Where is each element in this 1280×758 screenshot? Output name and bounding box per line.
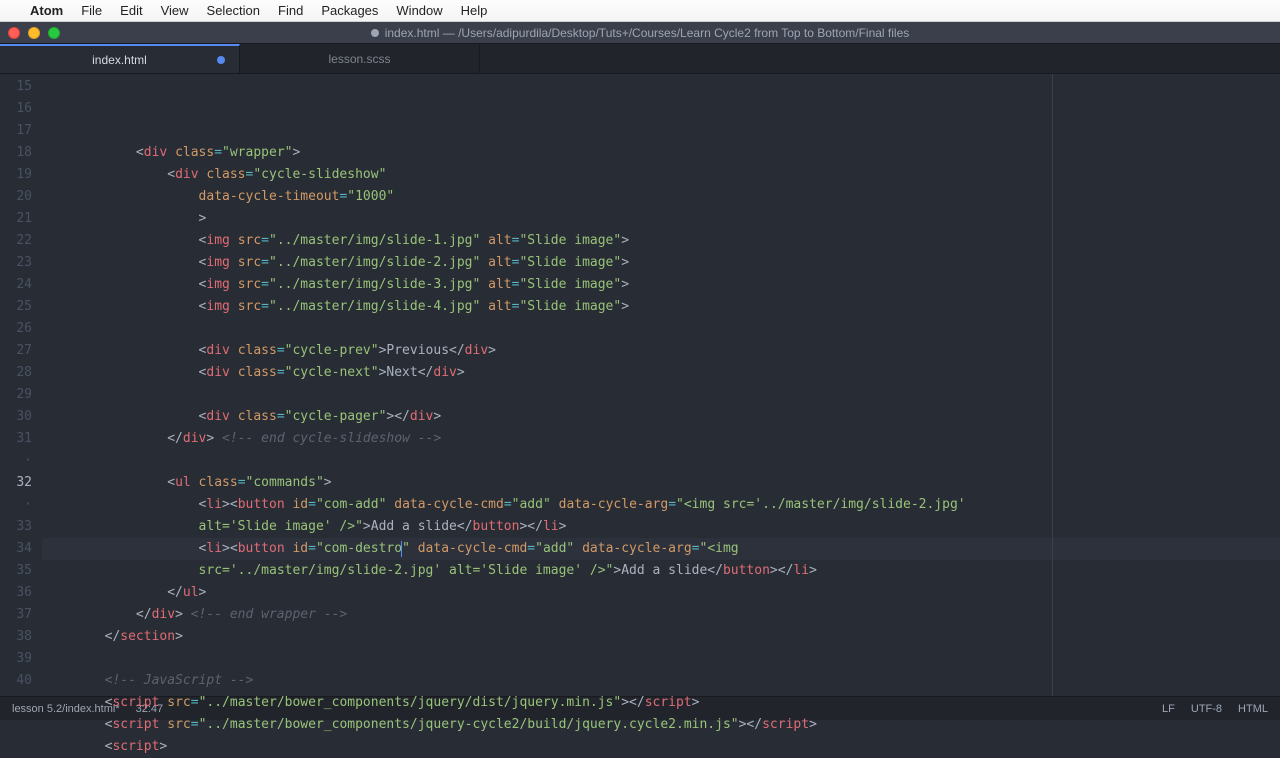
code-line[interactable]: <script> [42, 736, 1280, 758]
menu-file[interactable]: File [81, 3, 102, 18]
tab-bar: index.html lesson.scss [0, 44, 1280, 74]
code-line[interactable] [42, 384, 1280, 406]
code-line[interactable]: </ul> [42, 582, 1280, 604]
menu-edit[interactable]: Edit [120, 3, 142, 18]
window-title-text: index.html — /Users/adipurdila/Desktop/T… [385, 26, 910, 40]
line-number: 34 [0, 538, 32, 560]
line-number: 35 [0, 560, 32, 582]
line-number: 18 [0, 142, 32, 164]
wrap-guide [1052, 74, 1053, 696]
line-number: · [0, 494, 32, 516]
line-number-gutter: 1516171819202122232425262728293031·32·33… [0, 74, 42, 696]
tab-label: lesson.scss [328, 52, 390, 66]
line-number: 39 [0, 648, 32, 670]
line-number: 26 [0, 318, 32, 340]
line-number: 36 [0, 582, 32, 604]
code-line[interactable]: <img src="../master/img/slide-1.jpg" alt… [42, 230, 1280, 252]
code-line[interactable]: <img src="../master/img/slide-3.jpg" alt… [42, 274, 1280, 296]
code-line[interactable]: </div> <!-- end cycle-slideshow --> [42, 428, 1280, 450]
menu-view[interactable]: View [161, 3, 189, 18]
maximize-icon[interactable] [48, 27, 60, 39]
minimize-icon[interactable] [28, 27, 40, 39]
line-number: 16 [0, 98, 32, 120]
line-number: 37 [0, 604, 32, 626]
window-title: index.html — /Users/adipurdila/Desktop/T… [371, 26, 910, 40]
code-area[interactable]: <div class="wrapper"> <div class="cycle-… [42, 74, 1280, 696]
tab-lesson-scss[interactable]: lesson.scss [240, 44, 480, 73]
code-line[interactable]: <img src="../master/img/slide-4.jpg" alt… [42, 296, 1280, 318]
code-line[interactable]: <script src="../master/bower_components/… [42, 714, 1280, 736]
code-line[interactable]: <!-- JavaScript --> [42, 670, 1280, 692]
line-number: 29 [0, 384, 32, 406]
code-line[interactable]: <script src="../master/bower_components/… [42, 692, 1280, 714]
modified-dot-icon [371, 29, 379, 37]
menu-window[interactable]: Window [396, 3, 442, 18]
line-number: 33 [0, 516, 32, 538]
code-line[interactable]: <div class="cycle-pager"></div> [42, 406, 1280, 428]
code-line[interactable]: <li><button id="com-destro" data-cycle-c… [42, 538, 1280, 560]
code-line[interactable]: </section> [42, 626, 1280, 648]
editor[interactable]: 1516171819202122232425262728293031·32·33… [0, 74, 1280, 696]
macos-menubar: Atom File Edit View Selection Find Packa… [0, 0, 1280, 22]
code-line[interactable]: <div class="cycle-prev">Previous</div> [42, 340, 1280, 362]
app-menu[interactable]: Atom [30, 3, 63, 18]
close-icon[interactable] [8, 27, 20, 39]
menu-find[interactable]: Find [278, 3, 303, 18]
line-number: 30 [0, 406, 32, 428]
line-number: 38 [0, 626, 32, 648]
code-line[interactable]: <li><button id="com-add" data-cycle-cmd=… [42, 494, 1280, 516]
line-number: 24 [0, 274, 32, 296]
tab-index-html[interactable]: index.html [0, 44, 240, 73]
menu-help[interactable]: Help [461, 3, 488, 18]
menu-packages[interactable]: Packages [321, 3, 378, 18]
code-line[interactable]: <div class="cycle-next">Next</div> [42, 362, 1280, 384]
line-number: 15 [0, 76, 32, 98]
line-number: 31 [0, 428, 32, 450]
code-line[interactable]: <img src="../master/img/slide-2.jpg" alt… [42, 252, 1280, 274]
line-number: 23 [0, 252, 32, 274]
line-number: 22 [0, 230, 32, 252]
code-line[interactable]: <ul class="commands"> [42, 472, 1280, 494]
code-line[interactable] [42, 318, 1280, 340]
line-number: 27 [0, 340, 32, 362]
line-number: · [0, 450, 32, 472]
line-number: 32 [0, 472, 32, 494]
code-line[interactable]: <div class="cycle-slideshow" [42, 164, 1280, 186]
tab-modified-dot-icon [217, 56, 225, 64]
code-line[interactable] [42, 450, 1280, 472]
code-line[interactable]: data-cycle-timeout="1000" [42, 186, 1280, 208]
line-number: 17 [0, 120, 32, 142]
line-number: 25 [0, 296, 32, 318]
code-line[interactable]: alt='Slide image' />">Add a slide</butto… [42, 516, 1280, 538]
line-number: 19 [0, 164, 32, 186]
code-line[interactable]: <div class="wrapper"> [42, 142, 1280, 164]
line-number: 21 [0, 208, 32, 230]
code-line[interactable]: </div> <!-- end wrapper --> [42, 604, 1280, 626]
line-number: 28 [0, 362, 32, 384]
tab-label: index.html [92, 53, 147, 67]
window-titlebar: index.html — /Users/adipurdila/Desktop/T… [0, 22, 1280, 44]
menu-selection[interactable]: Selection [207, 3, 260, 18]
line-number: 40 [0, 670, 32, 692]
code-line[interactable] [42, 648, 1280, 670]
code-line[interactable]: > [42, 208, 1280, 230]
code-line[interactable]: src='../master/img/slide-2.jpg' alt='Sli… [42, 560, 1280, 582]
window-controls [8, 27, 60, 39]
line-number: 20 [0, 186, 32, 208]
